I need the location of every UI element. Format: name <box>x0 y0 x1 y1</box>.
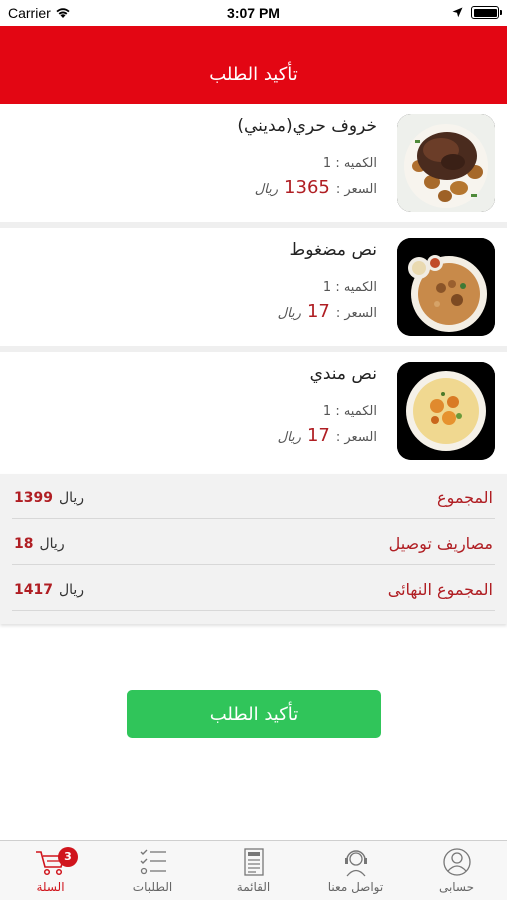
item-price-currency: ريال <box>277 306 301 321</box>
subtotal-currency: ريال <box>58 490 85 506</box>
item-price-value: 1365 <box>284 177 330 198</box>
grand-total-row: المجموع النهائى 1417 ريال <box>12 566 495 611</box>
tab-cart[interactable]: 3 السلة <box>0 841 101 900</box>
item-price-row: السعر : 1365 ريال <box>255 177 377 198</box>
order-item[interactable]: خروف حري(مديني) الكميه : 1 السعر : 1365 … <box>0 104 507 222</box>
delivery-fee-row: مصاريف توصيل 18 ريال <box>12 520 495 565</box>
cart-count-badge: 3 <box>58 847 78 867</box>
item-price-label: السعر : <box>335 182 377 197</box>
item-price-label: السعر : <box>335 430 377 445</box>
clock: 3:07 PM <box>227 5 280 21</box>
tab-cart-label: السلة <box>36 880 65 894</box>
order-item[interactable]: نص مضغوط الكميه : 1 السعر : 17 ريال <box>0 228 507 346</box>
item-name: نص مندي <box>309 364 377 384</box>
subtotal-row: المجموع 1399 ريال <box>12 474 495 519</box>
tab-orders[interactable]: الطلبات <box>102 841 203 900</box>
delivery-fee-currency: ريال <box>39 536 65 552</box>
grand-total-label: المجموع النهائى <box>387 580 493 599</box>
tab-orders-label: الطلبات <box>132 880 173 894</box>
confirm-order-button[interactable]: تأكيد الطلب <box>127 690 381 738</box>
mandi-rice-image-icon <box>397 362 495 460</box>
checklist-icon <box>140 849 166 875</box>
status-bar: Carrier 3:07 PM <box>0 0 507 26</box>
tab-account-label: حسابى <box>438 880 475 894</box>
order-item[interactable]: نص مندي الكميه : 1 السعر : 17 ريال <box>0 352 507 470</box>
item-quantity: الكميه : 1 <box>322 156 377 171</box>
grand-total-value: 1417 <box>14 582 53 598</box>
tab-menu-label: القائمة <box>236 880 271 894</box>
item-price-currency: ريال <box>277 430 301 445</box>
subtotal-label: المجموع <box>437 488 493 507</box>
bottom-tab-bar: حسابى تواصل معنا القائمة الطلبات 3 السلة <box>0 840 507 900</box>
item-price-value: 17 <box>306 425 330 446</box>
roasted-lamb-image-icon <box>397 114 495 212</box>
subtotal-amount: 1399 ريال <box>14 490 84 506</box>
delivery-fee-amount: 18 ريال <box>14 536 65 552</box>
grand-total-amount: 1417 ريال <box>14 582 84 598</box>
delivery-fee-value: 18 <box>14 536 34 552</box>
order-items-list: خروف حري(مديني) الكميه : 1 السعر : 1365 … <box>0 104 507 470</box>
item-quantity: الكميه : 1 <box>322 404 377 419</box>
item-price-label: السعر : <box>335 306 377 321</box>
item-name: خروف حري(مديني) <box>237 116 377 136</box>
tab-account[interactable]: حسابى <box>406 841 507 900</box>
delivery-fee-label: مصاريف توصيل <box>388 534 493 553</box>
subtotal-value: 1399 <box>14 490 53 506</box>
item-price-currency: ريال <box>254 182 279 197</box>
rice-madghout-image-icon <box>397 238 495 336</box>
tab-contact-label: تواصل معنا <box>327 880 384 894</box>
tab-menu[interactable]: القائمة <box>203 841 304 900</box>
page-title: تأكيد الطلب <box>209 64 298 85</box>
order-totals: المجموع 1399 ريال مصاريف توصيل 18 ريال ا… <box>0 474 507 624</box>
item-name: نص مضغوط <box>289 240 377 260</box>
page-header: تأكيد الطلب <box>0 26 507 104</box>
item-price-row: السعر : 17 ريال <box>278 301 377 322</box>
menu-card-icon <box>243 848 264 876</box>
grand-total-currency: ريال <box>58 582 85 598</box>
tab-contact[interactable]: تواصل معنا <box>305 841 406 900</box>
user-icon <box>442 848 471 876</box>
item-price-row: السعر : 17 ريال <box>278 425 377 446</box>
item-price-value: 17 <box>306 301 330 322</box>
headset-icon <box>344 850 367 877</box>
status-right <box>452 6 502 19</box>
location-arrow-icon <box>452 7 463 18</box>
item-quantity: الكميه : 1 <box>322 280 377 295</box>
battery-icon <box>471 6 502 19</box>
